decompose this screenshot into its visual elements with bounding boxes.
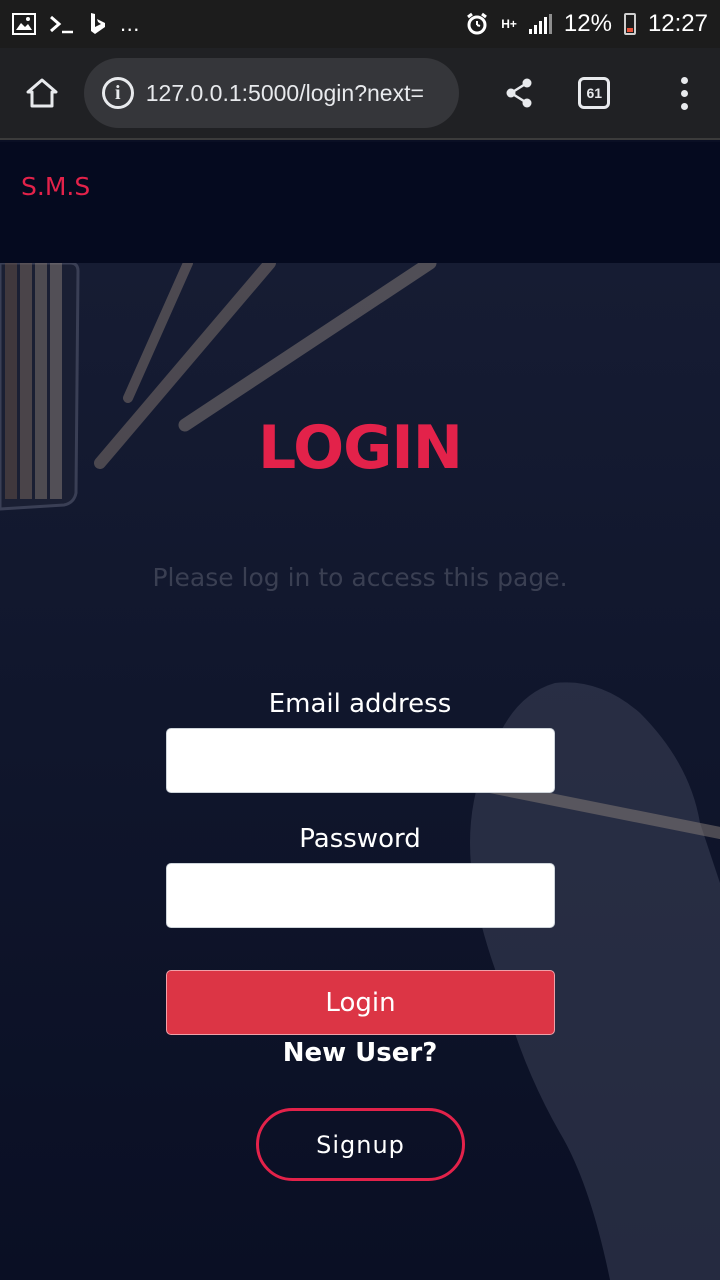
tabs-icon[interactable]: 61 bbox=[578, 77, 611, 109]
share-button[interactable] bbox=[459, 77, 581, 109]
url-text[interactable]: 127.0.0.1:5000/login?next= bbox=[146, 80, 424, 107]
battery-icon bbox=[623, 13, 636, 35]
email-label: Email address bbox=[268, 689, 452, 719]
status-bar-right: H+ 12% 12:27 bbox=[465, 10, 708, 38]
menu-icon[interactable] bbox=[648, 76, 720, 110]
password-field[interactable] bbox=[166, 863, 555, 928]
signup-button[interactable]: Signup bbox=[256, 1108, 465, 1181]
bing-icon bbox=[91, 13, 105, 34]
flash-message: Please log in to access this page. bbox=[152, 563, 568, 592]
clock: 12:27 bbox=[647, 10, 708, 37]
brand-link[interactable]: S.M.S bbox=[21, 172, 90, 201]
page-title: LOGIN bbox=[258, 413, 463, 483]
password-label: Password bbox=[299, 824, 421, 854]
status-bar: ... H+ 12% 12:27 bbox=[0, 0, 720, 48]
address-bar[interactable]: i 127.0.0.1:5000/login?next= bbox=[83, 58, 459, 128]
new-user-text: New User? bbox=[282, 1038, 438, 1068]
site-navbar: S.M.S bbox=[0, 142, 720, 263]
battery-percent: 12% bbox=[563, 10, 612, 37]
home-icon bbox=[26, 78, 58, 108]
notification-overflow: ... bbox=[120, 11, 140, 36]
alarm-icon bbox=[467, 12, 488, 35]
network-type: H+ bbox=[501, 17, 517, 31]
status-bar-left: ... bbox=[12, 11, 140, 37]
gallery-icon bbox=[12, 13, 36, 35]
share-icon bbox=[506, 78, 532, 108]
hero-section: LOGIN Please log in to access this page.… bbox=[0, 263, 720, 1280]
email-field[interactable] bbox=[166, 728, 555, 793]
signal-icon bbox=[528, 14, 552, 34]
terminal-icon bbox=[50, 15, 73, 34]
info-icon[interactable]: i bbox=[101, 77, 134, 109]
login-button[interactable]: Login bbox=[166, 970, 555, 1035]
browser-toolbar: i 127.0.0.1:5000/login?next= 61 bbox=[0, 48, 720, 140]
home-button[interactable] bbox=[0, 47, 84, 139]
